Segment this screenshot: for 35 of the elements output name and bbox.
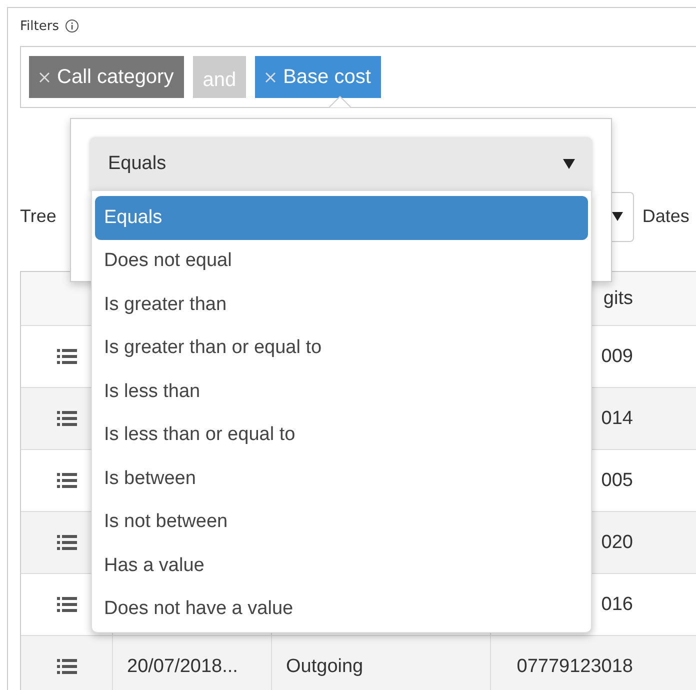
popover-pointer — [329, 96, 351, 108]
tree-label: Tree — [20, 206, 56, 227]
list-icon[interactable] — [56, 473, 76, 488]
dropdown-option[interactable]: Is greater than or equal to — [95, 326, 588, 370]
list-icon[interactable] — [56, 597, 76, 612]
filter-chip[interactable]: Call category — [29, 56, 184, 98]
dropdown-option[interactable]: Has a value — [95, 544, 588, 588]
filters-label: Filters — [20, 18, 59, 34]
dropdown-option[interactable]: Is between — [95, 457, 588, 500]
table-cell-text: 014 — [600, 408, 633, 430]
dropdown-option[interactable]: Does not equal — [95, 240, 588, 283]
caret-icon — [563, 159, 575, 169]
info-icon[interactable] — [64, 19, 79, 33]
table-cell-text: 020 — [600, 532, 633, 554]
dropdown-option[interactable]: Is less than or equal to — [95, 414, 588, 457]
table-cell: 20/07/2018... — [127, 656, 238, 678]
operator-select[interactable]: Equals — [90, 137, 592, 191]
dates-label: Dates — [642, 206, 690, 227]
table-cell-text: 009 — [600, 346, 633, 368]
dropdown-option[interactable]: Is greater than — [95, 283, 588, 326]
list-icon[interactable] — [56, 535, 76, 550]
dropdown-option[interactable]: Does not have a value — [95, 588, 588, 631]
dropdown-option[interactable]: Is not between — [95, 500, 588, 544]
dropdown-option[interactable]: Is less than — [95, 370, 588, 414]
caret-icon — [612, 212, 624, 221]
table-cell: Outgoing — [286, 656, 364, 678]
list-icon[interactable] — [56, 349, 76, 364]
list-icon[interactable] — [56, 659, 76, 674]
close-icon[interactable] — [39, 72, 50, 82]
table-cell-text: 07779123018 — [516, 656, 633, 678]
table-cell-text: 005 — [600, 470, 633, 492]
close-icon[interactable] — [265, 72, 276, 82]
dropdown-option[interactable]: Equals — [95, 196, 588, 240]
table-cell-text: 016 — [600, 594, 633, 616]
list-icon[interactable] — [56, 411, 76, 426]
